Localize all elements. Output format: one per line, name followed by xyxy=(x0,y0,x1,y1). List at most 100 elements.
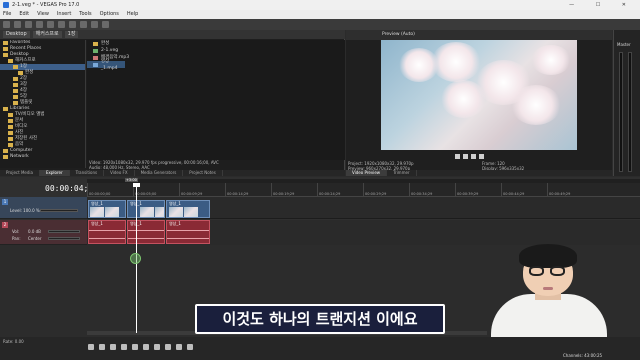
address-segment[interactable]: 1장 xyxy=(64,31,79,38)
audio-volume-slider[interactable] xyxy=(48,230,80,233)
video-track-header[interactable]: 1 Level: 100.0 % xyxy=(0,197,87,219)
audio-pan-slider[interactable] xyxy=(48,237,80,240)
status-time: Channels: 43:00:25 xyxy=(563,353,603,358)
explorer-address-bar[interactable]: Desktop 해커스프로 1장 xyxy=(0,30,345,39)
properties-icon[interactable] xyxy=(47,21,54,28)
clip-label: 영상_1 xyxy=(169,221,181,226)
address-segment[interactable]: 해커스프로 xyxy=(32,31,62,38)
folder-icon xyxy=(18,71,23,75)
stop-icon[interactable] xyxy=(143,344,149,350)
cherry-blossom xyxy=(531,45,571,75)
audio-waveform xyxy=(89,238,125,239)
tab-explorer[interactable]: Explorer xyxy=(39,170,70,176)
tab-video-fx[interactable]: Video FX xyxy=(104,170,135,176)
cut-icon[interactable] xyxy=(58,21,65,28)
tree-item[interactable]: Network xyxy=(0,154,85,160)
clip-thumbnail xyxy=(140,207,154,217)
file-item[interactable]: 배경음악.mp3 xyxy=(87,54,345,61)
file-item[interactable]: 완성 xyxy=(87,40,345,47)
veg-file-icon xyxy=(93,48,98,53)
folder-icon xyxy=(13,77,18,81)
save-icon[interactable] xyxy=(25,21,32,28)
file-item[interactable]: 영상_1.mp4 xyxy=(87,59,125,71)
paste-icon[interactable] xyxy=(80,21,87,28)
menu-view[interactable]: View xyxy=(37,10,49,19)
clip-label: 영상_1 xyxy=(91,221,103,226)
presenter-webcam xyxy=(486,232,612,337)
previous-frame-icon[interactable] xyxy=(176,344,182,350)
file-item-label: 영상_1.mp4 xyxy=(100,58,118,71)
preview-stop-icon[interactable] xyxy=(471,153,476,159)
preview-play-icon[interactable] xyxy=(455,153,460,159)
tab-video-preview[interactable]: Video Preview xyxy=(346,170,388,176)
glasses-left-lens xyxy=(529,266,544,276)
tab-trimmer[interactable]: Trimmer xyxy=(387,170,417,176)
video-event-clip[interactable]: 영상_1 xyxy=(127,200,165,218)
ruler-tick-label: 00:00:49;29 xyxy=(549,192,571,196)
ruler-tick-line xyxy=(363,183,364,197)
tab-project-notes[interactable]: Project Notes xyxy=(183,170,223,176)
audio-waveform xyxy=(128,230,164,231)
audio-waveform xyxy=(167,230,209,231)
transport-controls xyxy=(88,344,193,350)
video-level-slider[interactable] xyxy=(40,209,78,212)
play-from-start-icon[interactable] xyxy=(110,344,116,350)
audio-track-header[interactable]: 2 Vol: 0.0 dB Pan: Center xyxy=(0,220,87,245)
preview-pause-icon[interactable] xyxy=(463,153,468,159)
audio-event-clip[interactable]: 영상_1 xyxy=(88,220,126,244)
menu-edit[interactable]: Edit xyxy=(19,10,29,19)
preview-quality-dropdown[interactable]: Preview (Auto) xyxy=(382,32,415,37)
menu-help[interactable]: Help xyxy=(127,10,138,19)
preview-menu-icon[interactable] xyxy=(479,153,484,159)
open-icon[interactable] xyxy=(14,21,21,28)
playhead-handle[interactable] xyxy=(133,183,140,187)
folder-icon xyxy=(3,53,8,57)
tab-transitions[interactable]: Transitions xyxy=(70,170,105,176)
presenter-hair xyxy=(519,244,577,268)
audio-file-icon xyxy=(93,55,98,60)
folder-icon xyxy=(8,113,13,117)
redo-icon[interactable] xyxy=(102,21,109,28)
explorer-tabs: Project Media Explorer Transitions Video… xyxy=(0,170,345,176)
audio-event-clip[interactable]: 영상_1 xyxy=(166,220,210,244)
menu-insert[interactable]: Insert xyxy=(57,10,71,19)
window-controls[interactable]: — ☐ ✕ xyxy=(569,0,636,10)
play-icon[interactable] xyxy=(121,344,127,350)
menu-options[interactable]: Options xyxy=(100,10,119,19)
menu-tools[interactable]: Tools xyxy=(79,10,91,19)
audio-waveform xyxy=(167,238,209,239)
go-to-start-icon[interactable] xyxy=(154,344,160,350)
folder-tree: Favorites Recent Places Desktop 해커스프로 1장 완성 2장… xyxy=(0,40,86,168)
glasses-right-lens xyxy=(550,266,565,276)
audio-waveform xyxy=(128,238,164,239)
ruler-tick-label: 00:00:39;29 xyxy=(457,192,479,196)
timeline-ruler[interactable]: 00:00:00;00 00:00:05;00 00:00:09;29 00:00:1… xyxy=(87,183,640,197)
pause-icon[interactable] xyxy=(132,344,138,350)
new-project-icon[interactable] xyxy=(3,21,10,28)
tab-media-generators[interactable]: Media Generators xyxy=(135,170,184,176)
copy-icon[interactable] xyxy=(69,21,76,28)
video-event-clip[interactable]: 영상_1 xyxy=(88,200,126,218)
audio-pan-label: Pan: xyxy=(12,236,21,241)
menu-file[interactable]: File xyxy=(3,10,11,19)
ruler-tick-label: 00:00:44;29 xyxy=(503,192,525,196)
audio-vol-value: 0.0 dB xyxy=(28,229,41,234)
render-icon[interactable] xyxy=(36,21,43,28)
video-track-number: 1 xyxy=(2,199,8,205)
folder-icon xyxy=(3,149,8,153)
loop-icon[interactable] xyxy=(99,344,105,350)
clip-thumbnail xyxy=(184,207,198,217)
video-event-clip[interactable]: 영상_1 xyxy=(166,200,210,218)
tab-project-media[interactable]: Project Media xyxy=(0,170,40,176)
marker-label[interactable]: +3:00 xyxy=(125,178,138,182)
folder-icon xyxy=(8,137,13,141)
go-to-end-icon[interactable] xyxy=(165,344,171,350)
folder-icon xyxy=(8,131,13,135)
file-item[interactable]: 2-1.veg xyxy=(87,47,345,54)
next-frame-icon[interactable] xyxy=(187,344,193,350)
audio-event-clip[interactable]: 영상_1 xyxy=(127,220,165,244)
undo-icon[interactable] xyxy=(91,21,98,28)
address-segment[interactable]: Desktop xyxy=(3,31,30,38)
folder-icon xyxy=(8,125,13,129)
record-icon[interactable] xyxy=(88,344,94,350)
